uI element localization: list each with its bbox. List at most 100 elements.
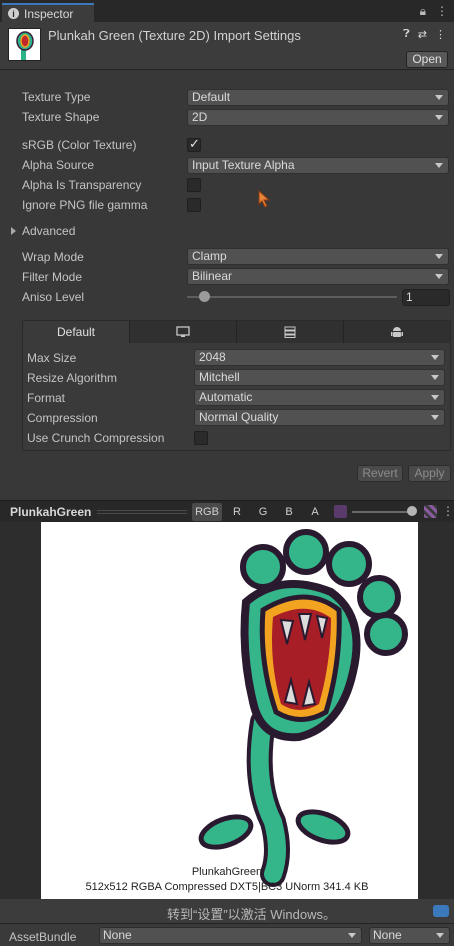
tag-icon[interactable] xyxy=(433,905,449,917)
drag-handle[interactable] xyxy=(97,510,187,514)
resize-algorithm-dropdown[interactable]: Mitchell xyxy=(194,369,445,386)
max-size-label: Max Size xyxy=(27,351,77,365)
channel-b-button[interactable]: B xyxy=(280,503,298,521)
assetbundle-name-value: None xyxy=(103,928,132,942)
compression-dropdown[interactable]: Normal Quality xyxy=(194,409,445,426)
wrap-mode-row: Wrap Mode Clamp xyxy=(0,248,454,268)
channel-rgb-button[interactable]: RGB xyxy=(192,503,222,521)
preview-title: PlunkahGreen xyxy=(10,505,92,519)
chevron-down-icon xyxy=(435,254,443,259)
activation-text: 转到“设置”以激活 Windows。 xyxy=(167,907,337,922)
max-size-dropdown[interactable]: 2048 xyxy=(194,349,445,366)
chevron-down-icon xyxy=(435,163,443,168)
activation-watermark: 转到“设置”以激活 Windows。 xyxy=(0,899,454,923)
texture-type-dropdown[interactable]: Default xyxy=(187,89,449,106)
wrap-mode-dropdown[interactable]: Clamp xyxy=(187,248,449,265)
server-icon xyxy=(284,326,296,338)
channel-g-button[interactable]: G xyxy=(254,503,272,521)
tab-default-label: Default xyxy=(56,325,96,339)
texture-shape-value: 2D xyxy=(192,110,208,124)
chevron-down-icon xyxy=(436,933,444,938)
chevron-down-icon xyxy=(431,395,439,400)
texture-preview xyxy=(0,522,454,899)
filter-mode-row: Filter Mode Bilinear xyxy=(0,268,454,288)
preview-toolbar: PlunkahGreen RGB R G B A ⋮ xyxy=(0,500,454,522)
srgb-checkbox[interactable] xyxy=(187,136,201,152)
assetbundle-bar: AssetBundle None None xyxy=(0,923,454,946)
revert-button[interactable]: Revert xyxy=(357,465,403,482)
alpha-source-dropdown[interactable]: Input Texture Alpha xyxy=(187,157,449,174)
srgb-label: sRGB (Color Texture) xyxy=(22,138,137,152)
chevron-down-icon xyxy=(431,355,439,360)
crunch-checkbox[interactable] xyxy=(194,431,208,445)
help-icon[interactable]: ❓︎ xyxy=(403,28,410,41)
aniso-level-row: Aniso Level 1 xyxy=(0,288,454,308)
alpha-transparency-checkbox[interactable] xyxy=(187,178,201,192)
inspector-tab[interactable]: i Inspector xyxy=(2,3,94,22)
assetbundle-name-dropdown[interactable]: None xyxy=(99,927,362,944)
texture-shape-row: Texture Shape 2D xyxy=(0,108,454,128)
tab-standalone[interactable] xyxy=(130,321,237,343)
checker-icon[interactable] xyxy=(424,505,437,518)
aniso-level-input[interactable]: 1 xyxy=(402,289,450,306)
kebab-menu-icon[interactable]: ⋮ xyxy=(435,28,446,41)
ignore-png-gamma-row: Ignore PNG file gamma xyxy=(0,196,454,216)
channel-a-button[interactable]: A xyxy=(306,503,324,521)
tab-server[interactable] xyxy=(237,321,344,343)
preview-info: 512x512 RGBA Compressed DXT5|BC3 UNorm 3… xyxy=(85,881,369,893)
kebab-menu-icon[interactable]: ⋮ xyxy=(442,504,454,518)
resize-algorithm-value: Mitchell xyxy=(199,370,240,384)
aniso-level-slider[interactable] xyxy=(187,296,397,298)
wrap-mode-value: Clamp xyxy=(192,249,227,263)
compression-row: Compression Normal Quality xyxy=(23,409,450,429)
chevron-down-icon xyxy=(431,415,439,420)
channel-r-button[interactable]: R xyxy=(228,503,246,521)
texture-type-label: Texture Type xyxy=(22,90,91,104)
tab-default[interactable]: Default xyxy=(23,321,130,343)
max-size-row: Max Size 2048 xyxy=(23,349,450,369)
assetbundle-label: AssetBundle xyxy=(9,930,77,944)
compression-value: Normal Quality xyxy=(199,410,279,424)
filter-mode-value: Bilinear xyxy=(192,269,233,283)
window-tab-bar: i Inspector 🔒︎ ⋮ xyxy=(0,0,454,22)
alpha-transparency-label: Alpha Is Transparency xyxy=(22,178,142,192)
texture-preview-canvas xyxy=(41,522,418,899)
mip-level-slider-handle[interactable] xyxy=(407,506,417,516)
format-row: Format Automatic xyxy=(23,389,450,409)
open-button[interactable]: Open xyxy=(406,51,448,68)
preset-icon[interactable]: ⇄ xyxy=(418,28,427,41)
resize-algorithm-label: Resize Algorithm xyxy=(27,371,118,385)
texture-shape-dropdown[interactable]: 2D xyxy=(187,109,449,126)
chevron-down-icon xyxy=(431,375,439,380)
alpha-transparency-row: Alpha Is Transparency xyxy=(0,176,454,196)
monitor-icon xyxy=(176,326,190,337)
tab-android[interactable] xyxy=(344,321,450,343)
chevron-down-icon xyxy=(348,933,356,938)
compression-label: Compression xyxy=(27,411,98,425)
resize-algorithm-row: Resize Algorithm Mitchell xyxy=(23,369,450,389)
alpha-source-row: Alpha Source Input Texture Alpha xyxy=(0,156,454,176)
assetbundle-variant-dropdown[interactable]: None xyxy=(369,927,450,944)
aniso-level-slider-handle[interactable] xyxy=(199,291,210,302)
crunch-row: Use Crunch Compression xyxy=(23,429,450,449)
format-dropdown[interactable]: Automatic xyxy=(194,389,445,406)
srgb-row: sRGB (Color Texture) xyxy=(0,136,454,156)
texture-shape-label: Texture Shape xyxy=(22,110,100,124)
apply-button[interactable]: Apply xyxy=(408,465,451,482)
alpha-source-value: Input Texture Alpha xyxy=(192,158,295,172)
lock-icon[interactable]: 🔒︎ xyxy=(420,4,426,19)
kebab-menu-icon[interactable]: ⋮ xyxy=(436,4,448,19)
ignore-png-gamma-label: Ignore PNG file gamma xyxy=(22,198,148,212)
mip-level-icon xyxy=(334,505,347,518)
mouse-cursor-icon xyxy=(258,190,271,208)
ignore-png-gamma-checkbox[interactable] xyxy=(187,198,201,212)
inspector-tab-label: Inspector xyxy=(24,6,74,21)
page-title: Plunkah Green (Texture 2D) Import Settin… xyxy=(48,28,301,43)
chevron-down-icon xyxy=(435,115,443,120)
filter-mode-label: Filter Mode xyxy=(22,270,83,284)
filter-mode-dropdown[interactable]: Bilinear xyxy=(187,268,449,285)
preview-name: PlunkahGreen xyxy=(191,866,263,878)
platform-settings-panel: Default Max Size 2048 Resize Algorithm M… xyxy=(22,320,451,451)
import-settings-header: Plunkah Green (Texture 2D) Import Settin… xyxy=(0,22,454,70)
advanced-foldout[interactable]: Advanced xyxy=(0,222,454,242)
